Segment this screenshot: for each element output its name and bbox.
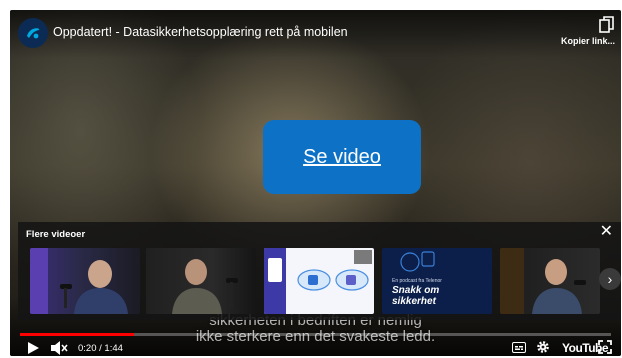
more-videos-heading: Flere videoer <box>26 229 86 240</box>
video-thumbnail[interactable] <box>264 248 374 314</box>
copy-link-button[interactable]: Kopier link... <box>555 16 615 46</box>
progress-fill <box>20 333 134 336</box>
video-player[interactable]: Oppdatert! - Datasikkerhetsopplæring ret… <box>10 10 621 356</box>
video-title[interactable]: Oppdatert! - Datasikkerhetsopplæring ret… <box>53 25 348 39</box>
podcast-cover-line-3: sikkerhet <box>392 296 436 307</box>
video-thumbnail[interactable] <box>500 248 600 314</box>
podcast-cover-line-2: Snakk om <box>392 285 440 296</box>
captions-icon[interactable] <box>512 342 526 353</box>
video-thumbnail[interactable] <box>30 248 140 314</box>
podcast-cover-thumbnail[interactable]: En podcast fra Telenor Snakk om sikkerhe… <box>382 248 492 314</box>
telia-pebble-icon[interactable] <box>18 18 48 48</box>
watch-video-button[interactable]: Se video <box>263 120 421 194</box>
podcast-cover-line-1: En podcast fra Telenor <box>392 278 442 284</box>
play-icon[interactable] <box>26 341 40 355</box>
copy-icon <box>599 16 614 33</box>
muted-volume-icon[interactable] <box>50 340 68 356</box>
close-icon[interactable]: ✕ <box>600 224 613 240</box>
current-time: 0:20 <box>78 343 97 354</box>
copy-link-label: Kopier link... <box>560 36 615 46</box>
time-display: 0:20 / 1:44 <box>78 343 123 354</box>
gear-icon[interactable] <box>536 340 550 354</box>
video-thumbnail[interactable] <box>146 248 256 314</box>
fullscreen-icon[interactable] <box>598 340 612 354</box>
chevron-right-icon[interactable]: › <box>599 268 621 290</box>
progress-bar[interactable] <box>20 333 611 336</box>
more-videos-panel: Flere videoer ✕ En podcast fra Telenor S… <box>18 222 621 320</box>
duration: 1:44 <box>104 343 123 354</box>
